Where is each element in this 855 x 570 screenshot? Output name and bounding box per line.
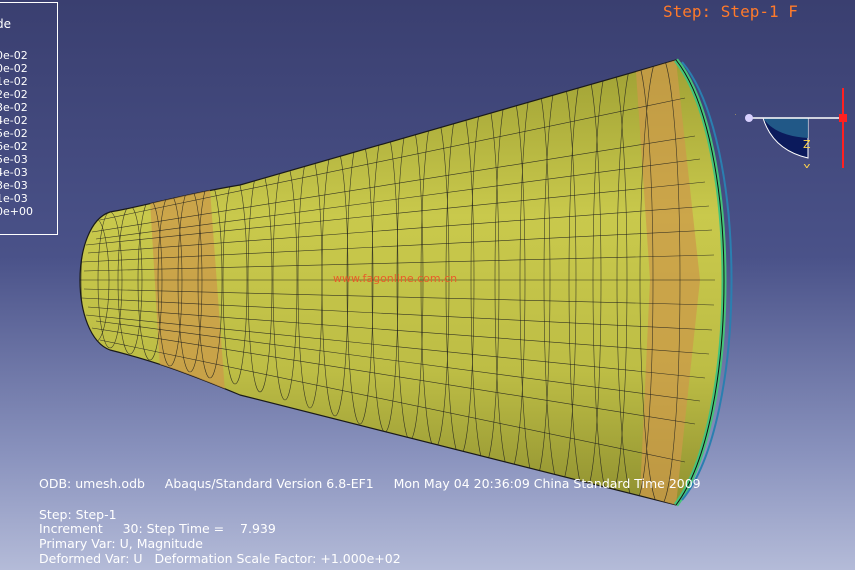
increment-info-line: Increment 30: Step Time = 7.939 xyxy=(39,521,276,536)
model-viewport[interactable]: de 0e-02 0e-02 1e-02 2e-02 3e-02 4e-02 5… xyxy=(0,0,855,570)
triad-y-label: Y xyxy=(735,112,736,125)
primary-var-line: Primary Var: U, Magnitude xyxy=(39,536,203,551)
orientation-triad: Y Z X xyxy=(735,88,847,168)
triad-z-label: Z xyxy=(803,138,811,151)
step-info-line: Step: Step-1 xyxy=(39,507,117,522)
deformed-var-line: Deformed Var: U Deformation Scale Factor… xyxy=(39,551,401,566)
odb-info-line: ODB: umesh.odb Abaqus/Standard Version 6… xyxy=(39,476,701,491)
triad-x-label: X xyxy=(803,162,811,168)
watermark-text: www.fagonline.com.cn xyxy=(333,272,458,285)
